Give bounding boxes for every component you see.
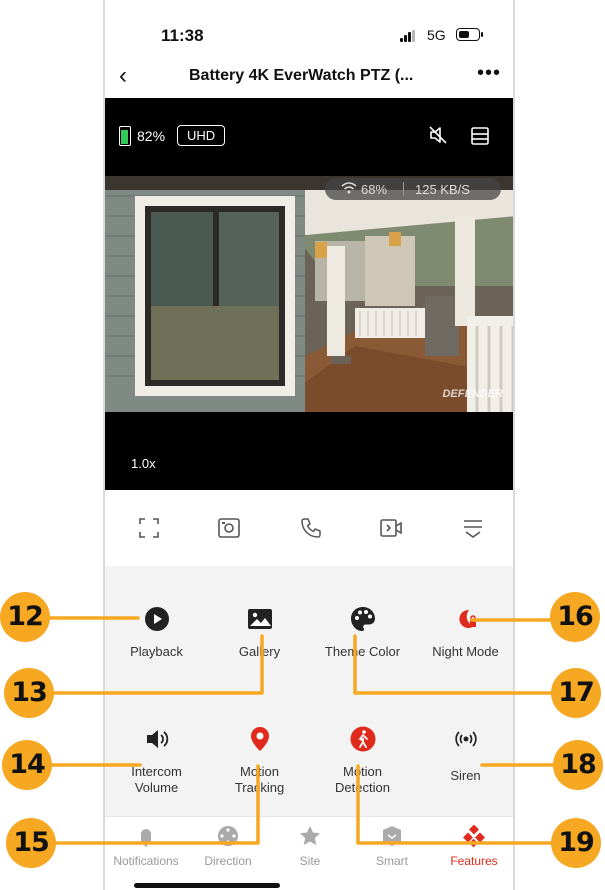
callout-badge-17: 17 [551,668,601,718]
tab-label: Site [299,854,321,868]
divider [403,182,404,196]
callout-badge-14: 14 [2,740,52,790]
collapse-menu-icon[interactable] [461,516,485,540]
phone-screen: 11:38 5G ‹ Battery 4K EverWatch PTZ (...… [103,0,515,890]
speaker-icon [146,730,168,748]
feature-gallery[interactable]: Gallery [208,606,311,660]
feature-label-line: Intercom [131,764,182,779]
features-grid-icon [463,825,485,847]
callout-badge-15: 15 [6,818,56,868]
feature-playback[interactable]: Playback [105,606,208,660]
direction-pad-icon [218,826,238,846]
feature-label: Night Mode [432,644,499,659]
feature-label: Motion Detection [311,764,414,796]
bell-icon [139,829,153,847]
camera-feed-image: 68% 125 KB/S DEFENDER [105,176,513,412]
tab-direction[interactable]: Direction [187,825,269,868]
feature-label: Theme Color [324,644,401,659]
callout-badge-19: 19 [551,818,601,868]
layout-icon[interactable] [469,125,491,147]
night-mode-icon [458,609,476,628]
wifi-strength: 68% [361,182,388,197]
feature-theme-color[interactable]: Theme Color [311,606,414,660]
camera-battery-icon [119,126,131,146]
page-title: Battery 4K EverWatch PTZ (... [189,67,414,84]
smart-shield-icon [383,826,401,846]
palette-icon [350,607,375,631]
play-circle-icon [144,607,169,631]
feature-siren[interactable]: Siren [414,726,513,784]
connection-info: 68% 125 KB/S [325,178,501,200]
callout-badge-13: 13 [4,668,54,718]
tab-smart[interactable]: Smart [351,825,433,868]
wifi-icon [341,181,357,198]
feature-label: Gallery [238,644,281,659]
feature-label-line: Detection [335,780,390,795]
feature-label-line: Volume [134,780,179,795]
callout-badge-16: 16 [550,592,600,642]
fullscreen-icon[interactable] [137,516,161,540]
callout-badge-12: 12 [0,592,50,642]
feature-label-line: Motion [239,764,280,779]
image-icon [247,609,272,629]
tab-site[interactable]: Site [269,825,351,868]
feature-motion-tracking[interactable]: Motion Tracking [208,726,311,796]
tab-features[interactable]: Features [433,825,513,868]
siren-icon [454,731,477,747]
video-record-icon[interactable] [379,516,403,540]
person-walking-icon [350,726,375,752]
navigation-bar: ‹ Battery 4K EverWatch PTZ (... ••• [105,60,513,96]
star-icon [300,826,320,845]
bitrate: 125 KB/S [415,182,470,197]
zoom-level[interactable]: 1.0x [131,456,156,471]
feature-label: Motion Tracking [208,764,311,796]
feature-label-line: Tracking [234,780,285,795]
status-time: 11:38 [161,26,204,45]
network-type: 5G [427,27,446,43]
home-indicator [134,883,280,888]
tab-label: Features [450,854,498,868]
features-grid: Playback Gallery Theme Color Night Mode [105,566,513,816]
camera-battery-level: 82% [137,128,166,144]
feature-intercom-volume[interactable]: Intercom Volume [105,726,208,796]
feature-label-line: Motion [342,764,383,779]
speaker-mute-icon[interactable] [427,124,449,146]
callout-badge-18: 18 [553,740,603,790]
feature-label: Siren [450,768,481,783]
bottom-tab-bar: Notifications Direction Site Smart Featu… [105,816,513,890]
tab-label: Smart [375,854,408,868]
status-bar: 11:38 5G [105,0,513,60]
cellular-signal-icon [400,30,418,42]
phone-icon[interactable] [299,516,323,540]
location-pin-icon [250,727,269,751]
feature-motion-detection[interactable]: Motion Detection [311,726,414,796]
feature-night-mode[interactable]: Night Mode [414,606,513,660]
back-button[interactable]: ‹ [119,62,127,90]
camera-icon[interactable] [217,516,241,540]
tab-label: Direction [204,854,252,868]
more-options-button[interactable]: ••• [477,62,501,85]
feature-label: Intercom Volume [105,764,208,796]
feature-label: Playback [130,644,183,659]
tab-notifications[interactable]: Notifications [105,825,187,868]
tab-label: Notifications [113,854,179,868]
quality-badge[interactable]: UHD [177,125,226,146]
porch-scene [105,176,513,412]
device-battery-icon [456,28,483,41]
brand-watermark: DEFENDER [442,388,503,400]
live-video-view[interactable]: 82% UHD 68% 125 KB/S DEFENDER 1.0x [105,98,513,490]
control-toolbar [105,490,513,566]
